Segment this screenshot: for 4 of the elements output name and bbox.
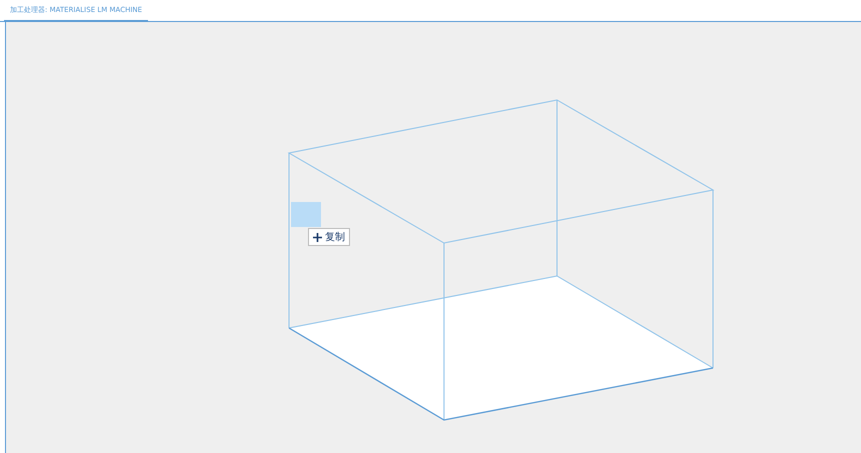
plus-icon [313,232,322,242]
drag-preview [291,202,321,227]
build-viewport[interactable]: 复制 [6,22,861,453]
tooltip-label: 复制 [325,230,345,244]
